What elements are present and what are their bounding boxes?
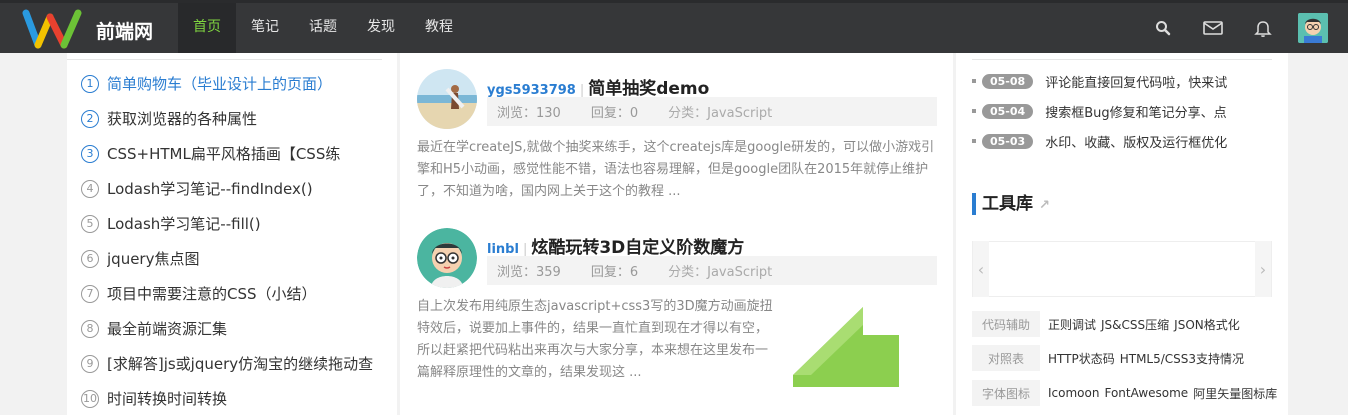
tool-link[interactable]: 阿里矢量图标库 — [1193, 385, 1277, 402]
list-item[interactable]: 8 最全前端资源汇集 — [81, 311, 382, 346]
rank-number: 3 — [81, 144, 99, 163]
post-excerpt: 自上次发布用纯原生态javascript+css3写的3D魔方动画旋扭特效后，说… — [417, 299, 773, 380]
post-meta: 浏览：130 回复：0 分类：JavaScript — [487, 97, 937, 126]
news-date: 05-03 — [982, 133, 1034, 149]
tool-row: 代码辅助 正则调试 JS&CSS压缩 JSON格式化 — [972, 311, 1272, 337]
post-author-avatar[interactable] — [417, 228, 477, 288]
news-title: 搜索框Bug修复和笔记分享、点 — [1045, 105, 1227, 121]
nav-tutorials[interactable]: 教程 — [410, 3, 468, 53]
post-title[interactable]: 炫酷玩转3D自定义阶数魔方 — [531, 238, 744, 258]
news-date: 05-04 — [982, 103, 1034, 119]
tools-carousel: ‹ › — [972, 241, 1272, 297]
news-item[interactable]: 05-03 水印、收藏、版权及运行框优化 — [972, 126, 1272, 156]
left-column: 1 简单购物车（毕业设计上的页面） 2 获取浏览器的各种属性 3 CSS+HTML扁平… — [67, 53, 397, 415]
main-nav: 首页 笔记 话题 发现 教程 — [178, 3, 468, 53]
news-item[interactable]: 05-04 搜索框Bug修复和笔记分享、点 — [972, 96, 1272, 126]
user-avatar[interactable] — [1298, 13, 1328, 43]
list-item[interactable]: 6 jquery焦点图 — [81, 241, 382, 276]
list-item[interactable]: 10 时间转换时间转换 — [81, 381, 382, 415]
news-title: 水印、收藏、版权及运行框优化 — [1045, 135, 1228, 151]
nav-topics[interactable]: 话题 — [294, 3, 352, 53]
post-header: ygs5933798 | 简单抽奖demo — [487, 74, 709, 99]
bullet — [972, 79, 976, 83]
list-item[interactable]: 2 获取浏览器的各种属性 — [81, 101, 382, 136]
rank-number: 2 — [81, 109, 99, 128]
tools-heading: 工具库 ↗ — [972, 193, 1050, 215]
post-category[interactable]: 分类：JavaScript — [668, 261, 772, 280]
post-excerpt: 最近在学createJS,就做个抽奖来练手，这个createjs库是google… — [417, 140, 935, 199]
carousel-next-button[interactable]: › — [1255, 241, 1271, 297]
external-link-icon[interactable]: ↗ — [1039, 198, 1050, 213]
rank-number: 4 — [81, 179, 99, 198]
list-item[interactable]: 1 简单购物车（毕业设计上的页面） — [81, 66, 382, 101]
view-count: 浏览：359 — [497, 265, 561, 280]
separator: | — [522, 242, 528, 257]
list-item[interactable]: 9 [求解答]js或jquery仿淘宝的继续拖动查 — [81, 346, 382, 381]
carousel-prev-button[interactable]: ‹ — [973, 241, 989, 297]
rank-number: 8 — [81, 319, 99, 338]
post-meta: 浏览：359 回复：6 分类：JavaScript — [487, 256, 937, 285]
reply-count: 回复：0 — [590, 106, 639, 121]
tool-category: 代码辅助 — [972, 311, 1040, 337]
nav-notes[interactable]: 笔记 — [236, 3, 294, 53]
post-author-avatar[interactable] — [417, 69, 477, 129]
post-category[interactable]: 分类：JavaScript — [668, 102, 772, 121]
news-date: 05-08 — [982, 73, 1034, 89]
top-navbar: 前端网 首页 笔记 话题 发现 教程 — [0, 0, 1348, 53]
logo-icon[interactable] — [22, 9, 84, 49]
tool-link[interactable]: Icomoon — [1048, 386, 1099, 400]
tool-category: 对照表 — [972, 345, 1040, 371]
tool-row: 对照表 HTTP状态码 HTML5/CSS3支持情况 — [972, 345, 1272, 371]
search-icon[interactable] — [1138, 3, 1188, 53]
article-rank-list: 1 简单购物车（毕业设计上的页面） 2 获取浏览器的各种属性 3 CSS+HTML扁平… — [67, 59, 382, 415]
separator: | — [579, 83, 585, 98]
bullet — [972, 109, 976, 113]
rank-number: 1 — [81, 74, 99, 93]
rank-number: 6 — [81, 249, 99, 268]
nav-home[interactable]: 首页 — [178, 3, 236, 53]
post-header: linbl | 炫酷玩转3D自定义阶数魔方 — [487, 233, 744, 258]
main-feed: ygs5933798 | 简单抽奖demo 浏览：130 回复：0 分类：JavaS… — [400, 53, 953, 415]
post-author[interactable]: linbl — [487, 242, 519, 257]
arrow-thumbnail-icon — [793, 307, 899, 387]
tool-link[interactable]: HTTP状态码 — [1048, 350, 1115, 367]
view-count: 浏览：130 — [497, 106, 561, 121]
rank-number: 10 — [81, 389, 99, 408]
tool-link[interactable]: HTML5/CSS3支持情况 — [1120, 350, 1244, 367]
tool-link[interactable]: JS&CSS压缩 — [1101, 316, 1169, 333]
list-item[interactable]: 5 Lodash学习笔记--fill() — [81, 206, 382, 241]
tool-link[interactable]: JSON格式化 — [1174, 316, 1240, 333]
news-title: 评论能直接回复代码啦，快来试 — [1045, 75, 1228, 91]
news-section: 05-08 评论能直接回复代码啦，快来试 05-04 搜索框Bug修复和笔记分享、点… — [972, 59, 1272, 156]
rank-number: 7 — [81, 284, 99, 303]
reply-count: 回复：6 — [590, 265, 639, 280]
tool-category: 字体图标 — [972, 380, 1040, 406]
brand-name[interactable]: 前端网 — [96, 17, 153, 44]
tool-link[interactable]: FontAwesome — [1104, 386, 1188, 400]
post-title[interactable]: 简单抽奖demo — [588, 79, 709, 99]
right-sidebar: 05-08 评论能直接回复代码啦，快来试 05-04 搜索框Bug修复和笔记分享、点… — [956, 53, 1288, 415]
post-author[interactable]: ygs5933798 — [487, 83, 576, 98]
tools-title[interactable]: 工具库 — [982, 194, 1033, 214]
nav-discover[interactable]: 发现 — [352, 3, 410, 53]
news-item[interactable]: 05-08 评论能直接回复代码啦，快来试 — [972, 66, 1272, 96]
mail-icon[interactable] — [1188, 3, 1238, 53]
list-item[interactable]: 7 项目中需要注意的CSS（小结） — [81, 276, 382, 311]
rank-number: 9 — [81, 354, 99, 373]
bell-icon[interactable] — [1238, 3, 1288, 53]
news-list: 05-08 评论能直接回复代码啦，快来试 05-04 搜索框Bug修复和笔记分享、点… — [972, 59, 1272, 156]
bullet — [972, 139, 976, 143]
list-item[interactable]: 4 Lodash学习笔记--findIndex() — [81, 171, 382, 206]
rank-number: 5 — [81, 214, 99, 233]
header-actions — [1138, 3, 1348, 53]
tool-row: 字体图标 Icomoon FontAwesome 阿里矢量图标库 — [972, 380, 1277, 406]
list-item[interactable]: 3 CSS+HTML扁平风格插画【CSS练 — [81, 136, 382, 171]
tool-link[interactable]: 正则调试 — [1048, 316, 1096, 333]
